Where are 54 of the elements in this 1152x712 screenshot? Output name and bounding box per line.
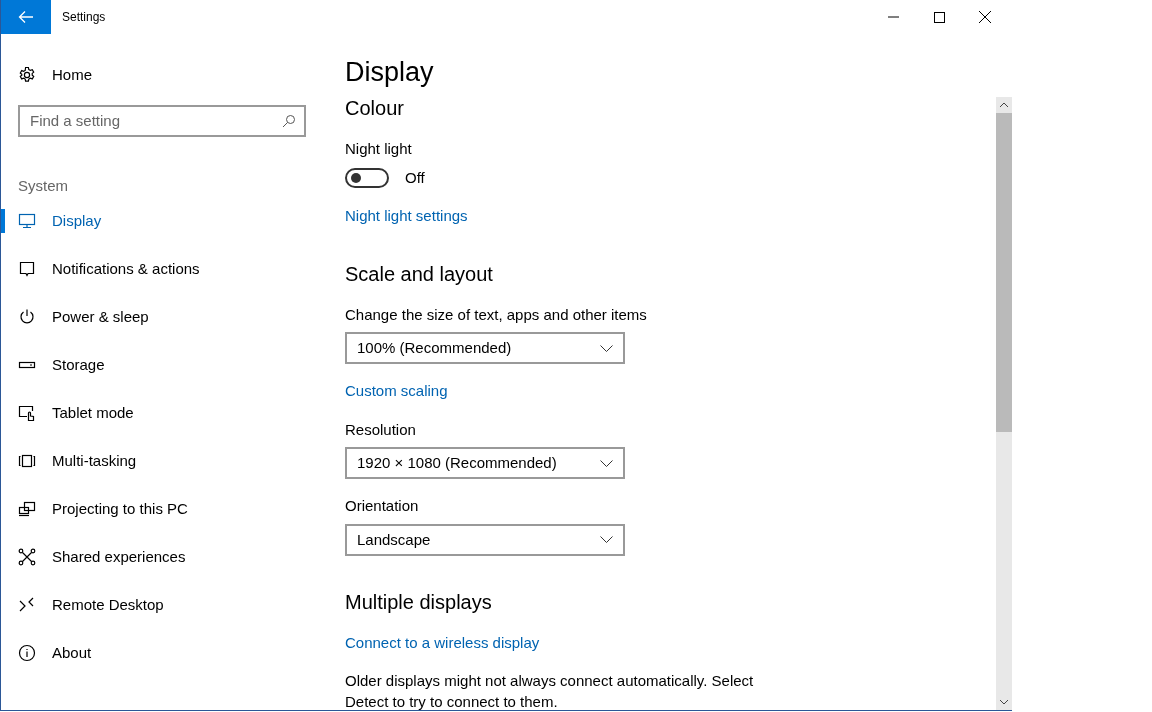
search-icon[interactable] [282, 113, 296, 128]
nav-item[interactable]: Projecting to this PC [1, 485, 330, 533]
search-field[interactable]: Find a setting [18, 104, 306, 137]
display-icon [18, 212, 36, 230]
close-icon [979, 11, 991, 23]
description-text: Older displays might not always connect automatically. Select Detect to try to connect to them. [345, 671, 755, 712]
dropdown[interactable]: 1920 × 1080 (Recommended) [345, 447, 625, 480]
maximize-icon [933, 11, 945, 23]
info-icon [18, 644, 36, 662]
nav-item[interactable]: Multi-tasking [1, 437, 330, 485]
window-title: Settings [62, 9, 106, 26]
toggle-switch[interactable] [345, 168, 389, 189]
back-arrow-icon [18, 10, 34, 24]
chevron-down-icon [600, 344, 613, 352]
back-button[interactable] [1, 0, 51, 34]
speech-bubble-icon [18, 260, 36, 278]
gear-icon [18, 66, 36, 85]
nav-item[interactable]: Remote Desktop [1, 581, 330, 629]
link[interactable]: Custom scaling [345, 380, 448, 403]
tablet-touch-icon [18, 404, 36, 422]
network-nodes-icon [18, 548, 36, 566]
nav-item[interactable]: Power & sleep [1, 293, 330, 341]
nav-item[interactable]: Storage [1, 341, 330, 389]
nav-item[interactable]: Notifications & actions [1, 245, 330, 293]
page-title: Display [345, 56, 435, 89]
section-heading: Scale and layout [345, 261, 494, 286]
setting-label: Orientation [345, 496, 420, 517]
setting-label: Night light [345, 139, 413, 160]
link[interactable]: Connect to a wireless display [345, 631, 540, 655]
chevron-down-icon [600, 459, 613, 467]
scrollbar-thumb[interactable] [996, 113, 1012, 432]
scroll-down-icon[interactable] [999, 699, 1009, 705]
scrollbar[interactable] [996, 97, 1012, 710]
remote-arrows-icon [18, 596, 36, 614]
scroll-up-icon[interactable] [999, 102, 1009, 108]
setting-label: Change the size of text, apps and other items [345, 304, 648, 325]
section-label: System [18, 175, 69, 196]
power-icon [18, 308, 36, 326]
home-link[interactable]: Home [1, 62, 109, 89]
projector-screen-icon [18, 500, 36, 518]
dropdown[interactable]: 100% (Recommended) [345, 332, 625, 365]
chevron-down-icon [600, 536, 613, 544]
setting-label: Resolution [345, 419, 417, 440]
toggle-state: Off [405, 167, 425, 188]
nav-item[interactable]: Shared experiences [1, 533, 330, 581]
link[interactable]: Night light settings [345, 205, 468, 228]
dropdown[interactable]: Landscape [345, 523, 625, 556]
window-stack-icon [18, 452, 36, 470]
nav-item[interactable]: About [1, 629, 330, 677]
nav-item[interactable]: Tablet mode [1, 389, 330, 437]
section-heading: Colour [345, 96, 405, 121]
section-heading: Multiple displays [345, 589, 493, 614]
minimize-icon [887, 16, 899, 18]
nav-item[interactable]: Display [1, 197, 330, 245]
